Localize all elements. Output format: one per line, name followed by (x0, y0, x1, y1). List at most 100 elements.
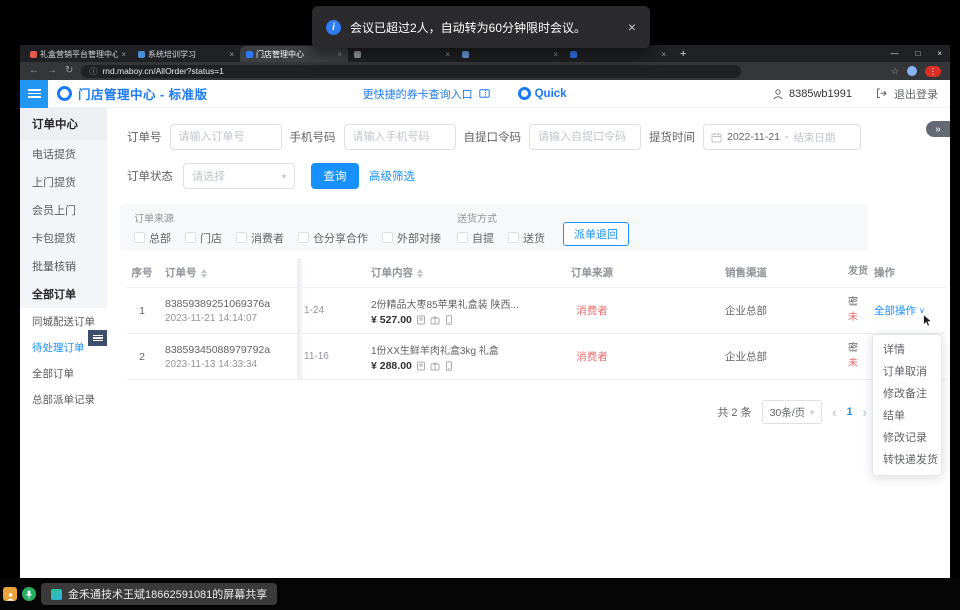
window-minimize-button[interactable]: — (890, 49, 898, 58)
order-no-input[interactable] (170, 124, 282, 150)
dispatch-return-button[interactable]: 派单退回 (563, 222, 629, 246)
app-logo (57, 86, 72, 101)
checkbox-option-consumer[interactable]: 消费者 (236, 230, 284, 246)
checkbox-option-hq[interactable]: 总部 (134, 230, 171, 246)
tab-favicon (570, 51, 577, 58)
sort-icon[interactable] (201, 269, 207, 278)
forward-button[interactable]: → (47, 66, 57, 76)
app-header: 门店管理中心 - 标准版 更快捷的券卡查询入口 Quick 8385wb1991… (20, 80, 950, 108)
date-end-placeholder: 结束日期 (793, 130, 835, 145)
browser-tab[interactable]: × (564, 46, 672, 62)
browser-tab-active[interactable]: 门店管理中心 × (240, 46, 348, 62)
order-number: 83859389251069376a (165, 298, 297, 310)
shipping-line-2: 未 (848, 357, 870, 372)
tab-title: 门店管理中心 (256, 49, 334, 60)
pickup-code-input[interactable] (529, 124, 641, 150)
search-button[interactable]: 查询 (311, 163, 359, 189)
tab-favicon (462, 51, 469, 58)
logout-icon (876, 88, 887, 99)
sidebar-item-door-pickup[interactable]: 上门提货 (20, 168, 107, 196)
back-button[interactable]: ← (29, 66, 39, 76)
browser-tab[interactable]: 系统培训学习 × (132, 46, 240, 62)
site-info-icon[interactable]: ⓘ (89, 66, 97, 77)
tab-close-icon[interactable]: × (553, 50, 558, 59)
menu-item-close-order[interactable]: 结单 (873, 405, 941, 427)
browser-tab[interactable]: 礼盒营销平台管理中心 × (24, 46, 132, 62)
panel-collapse-button[interactable]: » (926, 121, 950, 137)
logout-button[interactable]: 退出登录 (894, 86, 938, 102)
tab-close-icon[interactable]: × (337, 50, 342, 59)
receipt-icon (416, 361, 426, 371)
checkbox-option-store[interactable]: 门店 (185, 230, 222, 246)
sidebar-item-card-pickup[interactable]: 卡包提货 (20, 224, 107, 252)
menu-item-cancel-order[interactable]: 订单取消 (873, 361, 941, 383)
sidebar-section-order-center[interactable]: 订单中心 (20, 108, 107, 140)
browser-tab[interactable]: × (456, 46, 564, 62)
checkbox (298, 232, 309, 243)
bookmark-star-icon[interactable]: ☆ (891, 66, 899, 77)
gift-icon (430, 361, 440, 371)
coupon-icon (479, 89, 490, 98)
address-bar[interactable]: ⓘ rnd.maboy.cn/AllOrder?status=1 (81, 65, 741, 78)
sidebar-subitem-all-orders[interactable]: 全部订单 (20, 360, 107, 386)
menu-item-edit-remark[interactable]: 修改备注 (873, 383, 941, 405)
advanced-filter-link[interactable]: 高级筛选 (369, 168, 415, 184)
checkbox-option-self-pickup[interactable]: 自提 (457, 230, 494, 246)
tab-close-icon[interactable]: × (121, 50, 126, 59)
pickup-date-range[interactable]: 2022-11-21 - 结束日期 (703, 124, 861, 150)
order-source-group: 订单来源 总部 门店 消费者 仓分享合作 外部对接 (134, 210, 441, 246)
row-actions-dropdown[interactable]: 全部操作 ∨ (874, 303, 925, 318)
profile-avatar[interactable] (907, 66, 917, 76)
checkbox-option-delivery[interactable]: 送货 (508, 230, 545, 246)
order-time: 2023-11-13 14:33:34 (165, 359, 297, 370)
checkbox-option-warehouse-share[interactable]: 仓分享合作 (298, 230, 368, 246)
pickup-time-clipped: 1-24 (297, 288, 371, 333)
sort-icon[interactable] (417, 269, 423, 278)
address-toolbar: ← → ↻ ⓘ rnd.maboy.cn/AllOrder?status=1 ☆… (20, 62, 950, 80)
tab-close-icon[interactable]: × (661, 50, 666, 59)
pickup-time-label: 提货时间 (649, 129, 695, 145)
browser-tab[interactable]: × (348, 46, 456, 62)
order-no-label: 订单号 (127, 129, 162, 145)
tab-close-icon[interactable]: × (229, 50, 234, 59)
order-status-select[interactable]: 请选择 ▾ (183, 163, 295, 189)
page-size-select[interactable]: 30条/页 ▾ (762, 400, 823, 424)
tab-close-icon[interactable]: × (445, 50, 450, 59)
sidebar-collapse-button[interactable] (88, 330, 107, 346)
toast-close-icon[interactable]: × (628, 19, 636, 35)
phone-input[interactable] (344, 124, 456, 150)
window-close-button[interactable]: × (937, 49, 942, 58)
sidebar-item-member-visit[interactable]: 会员上门 (20, 196, 107, 224)
coupon-entry-link[interactable]: 更快捷的券卡查询入口 (363, 86, 473, 102)
menu-item-to-express[interactable]: 转快递发货 (873, 449, 941, 471)
price-row: ¥ 527.00 (371, 314, 551, 326)
window-controls: — □ × (890, 45, 942, 62)
browser-menu-button[interactable]: ⋮ (925, 66, 941, 77)
col-order-no: 订单号 (157, 265, 297, 280)
current-page[interactable]: 1 (847, 406, 853, 418)
window-maximize-button[interactable]: □ (915, 49, 920, 58)
checkbox (134, 232, 145, 243)
sidebar: 订单中心 电话提货 上门提货 会员上门 卡包提货 批量核销 全部订单 同城配送订… (20, 108, 107, 578)
menu-toggle-button[interactable] (20, 80, 48, 108)
quick-search-link[interactable]: Quick (518, 87, 567, 100)
table-header-row: 序号 订单号 订单内容 订单来源 销售渠道 发货 操作 (127, 258, 946, 288)
new-tab-button[interactable]: + (680, 48, 686, 60)
sidebar-item-batch-writeoff[interactable]: 批量核销 (20, 252, 107, 280)
sidebar-item-phone-pickup[interactable]: 电话提货 (20, 140, 107, 168)
delivery-method-options: 自提 送货 (457, 230, 545, 246)
checkbox (185, 232, 196, 243)
menu-item-details[interactable]: 详情 (873, 339, 941, 361)
prev-page-button[interactable]: ‹ (832, 405, 836, 420)
sidebar-group-all-orders[interactable]: 全部订单 (20, 280, 107, 308)
gift-icon (430, 315, 440, 325)
order-source-options: 总部 门店 消费者 仓分享合作 外部对接 (134, 230, 441, 246)
receipt-icon (416, 315, 426, 325)
username[interactable]: 8385wb1991 (789, 88, 852, 100)
next-page-button[interactable]: › (863, 405, 867, 420)
checkbox-option-external[interactable]: 外部对接 (382, 230, 441, 246)
menu-item-edit-history[interactable]: 修改记录 (873, 427, 941, 449)
reload-button[interactable]: ↻ (65, 66, 73, 76)
sidebar-subitem-hq-dispatch-log[interactable]: 总部派单记录 (20, 386, 107, 412)
delivery-method-group: 送货方式 自提 送货 (457, 210, 545, 246)
